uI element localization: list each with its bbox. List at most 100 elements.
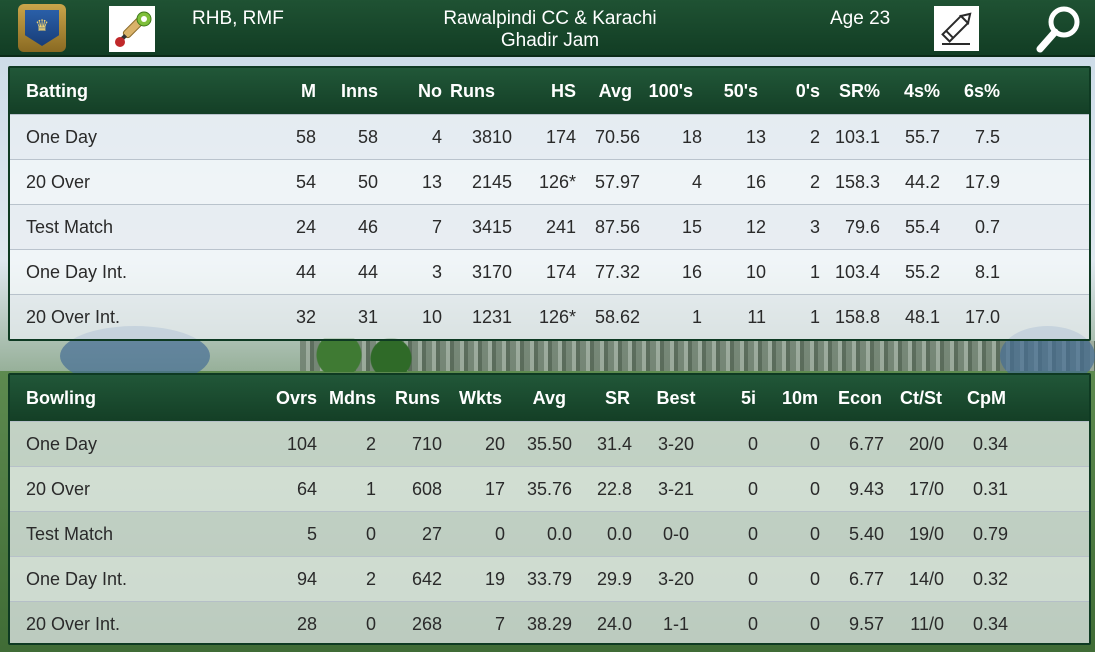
batting-cell: 44.2: [904, 172, 940, 192]
batting-cell: 4: [431, 127, 442, 147]
player-teams: Rawalpindi CC & Karachi Ghadir Jam: [380, 8, 720, 52]
batting-cell: 57.97: [594, 172, 640, 192]
bowling-cell: 64: [296, 479, 317, 499]
batting-cell: 12: [745, 217, 766, 237]
batting-cell: 58: [295, 127, 316, 147]
batting-cell: 3170: [471, 262, 512, 282]
bowling-row[interactable]: Test Match 5 0 27 0 0.0 0.0 0-0 0 0 5.40 19/0 0.79: [10, 511, 1089, 556]
batting-col-header: SR%: [838, 81, 880, 101]
crest-icon[interactable]: ♛: [18, 4, 66, 52]
batting-cell: 70.56: [594, 127, 640, 147]
batting-col-header: HS: [550, 81, 576, 101]
batting-cell: 46: [357, 217, 378, 237]
bowling-col-header: Ovrs: [275, 388, 317, 408]
batting-cell: 158.3: [834, 172, 880, 192]
bowling-cell: 0: [809, 614, 820, 634]
bowling-cell: 3-21: [657, 479, 695, 499]
bowling-col-header: 5i: [740, 388, 756, 408]
batting-row[interactable]: One Day 58 58 4 3810 174 70.56 18 13 2 103.1 55.7 7.…: [10, 114, 1089, 159]
bowling-cell: 0: [809, 569, 820, 589]
bowling-cell: 0.0: [546, 524, 572, 544]
batting-cell: 55.2: [904, 262, 940, 282]
bowling-cell: 0-0: [662, 524, 689, 544]
bowling-cell: 11/0: [910, 614, 944, 634]
batting-row[interactable]: 20 Over Int. 32 31 10 1231 126* 58.62 1 11 1 158.8…: [10, 294, 1089, 339]
bowling-cell: 0: [809, 479, 820, 499]
batting-header-row: Batting M Inns No Runs HS Avg 100's 50's…: [10, 68, 1089, 114]
bowling-row[interactable]: 20 Over 64 1 608 17 35.76 22.8 3-21 0 0 9.43 17/0 0.…: [10, 466, 1089, 511]
batting-cell: 77.32: [594, 262, 640, 282]
batting-cell: 10: [745, 262, 766, 282]
bowling-cell: 28: [296, 614, 317, 634]
batting-cell: 32: [295, 307, 316, 327]
bowling-cell: 35.76: [526, 479, 572, 499]
bowling-col-header: 10m: [781, 388, 818, 408]
search-icon[interactable]: [1034, 4, 1084, 54]
batting-cell: 55.7: [904, 127, 940, 147]
batting-col-header: Avg: [598, 81, 632, 101]
bowling-cell: 104: [286, 434, 317, 454]
batting-cell: 55.4: [904, 217, 940, 237]
bowling-header-row: Bowling Ovrs Mdns Runs Wkts Avg SR Best …: [10, 375, 1089, 421]
bowling-cell: 31.4: [596, 434, 632, 454]
batting-row[interactable]: Test Match 24 46 7 3415 241 87.56 15 12 3 79.6 55.4…: [10, 204, 1089, 249]
bowling-col-header: Mdns: [329, 388, 376, 408]
batting-cell: 1: [809, 307, 820, 327]
batting-col-header: 50's: [723, 81, 758, 101]
batting-cell: 79.6: [844, 217, 880, 237]
batting-cell: 8.1: [974, 262, 1000, 282]
cricket-bat-ball-icon[interactable]: [109, 6, 155, 52]
bowling-cell: 6.77: [848, 569, 884, 589]
batting-cell: 44: [357, 262, 378, 282]
batting-cell: 103.4: [834, 262, 880, 282]
batting-row[interactable]: One Day Int. 44 44 3 3170 174 77.32 16 10 1 103.4 5…: [10, 249, 1089, 294]
bowling-row[interactable]: 20 Over Int. 28 0 268 7 38.29 24.0 1-1 0 0 9.57 11/…: [10, 601, 1089, 643]
bowling-cell: 5.40: [848, 524, 884, 544]
batting-cell: 3810: [471, 127, 512, 147]
bowling-cell: 27: [421, 524, 442, 544]
bowling-cell: 6.77: [848, 434, 884, 454]
batting-cell: 1231: [471, 307, 512, 327]
pencil-edit-icon[interactable]: [934, 6, 979, 51]
bowling-cell: 0: [494, 524, 505, 544]
bowling-cell: 1-1: [662, 614, 689, 634]
bowling-col-header: CpM: [967, 388, 1006, 408]
batting-cell: 24: [295, 217, 316, 237]
batting-row-label: 20 Over: [26, 172, 91, 192]
bowling-cell: 608: [411, 479, 442, 499]
batting-cell: 1: [809, 262, 820, 282]
batting-cell: 11: [747, 307, 766, 327]
batting-cell: 10: [421, 307, 442, 327]
batting-cell: 241: [545, 217, 576, 237]
bowling-cell: 0.34: [972, 614, 1008, 634]
batting-cell: 16: [681, 262, 702, 282]
batting-cell: 7.5: [974, 127, 1000, 147]
batting-row[interactable]: 20 Over 54 50 13 2145 126* 57.97 4 16 2 158.3 44.2 1…: [10, 159, 1089, 204]
bowling-cell: 0: [365, 614, 376, 634]
bowling-row[interactable]: One Day 104 2 710 20 35.50 31.4 3-20 0 0 6.77 20/0 0…: [10, 421, 1089, 466]
batting-cell: 0.7: [974, 217, 1000, 237]
batting-cell: 1: [691, 307, 702, 327]
bowling-cell: 0.32: [972, 569, 1008, 589]
batting-row-label: 20 Over Int.: [26, 307, 121, 327]
bowling-cell: 0: [365, 524, 376, 544]
batting-cell: 54: [295, 172, 316, 192]
bowling-cell: 7: [494, 614, 505, 634]
batting-col-header: No: [418, 81, 442, 101]
bowling-cell: 19/0: [908, 524, 944, 544]
bowling-row[interactable]: One Day Int. 94 2 642 19 33.79 29.9 3-20 0 0 6.77 1…: [10, 556, 1089, 601]
bowling-cell: 5: [306, 524, 317, 544]
batting-cell: 48.1: [904, 307, 940, 327]
bowling-cell: 268: [411, 614, 442, 634]
batting-cell: 13: [421, 172, 442, 192]
batting-cell: 58.62: [594, 307, 640, 327]
bowling-cell: 38.29: [526, 614, 572, 634]
batting-row-label: Test Match: [26, 217, 114, 237]
batting-cell: 158.8: [834, 307, 880, 327]
bowling-cell: 9.43: [848, 479, 884, 499]
bowling-row-label: 20 Over Int.: [26, 614, 121, 634]
batting-cell: 2: [809, 127, 820, 147]
batting-cell: 58: [357, 127, 378, 147]
batting-row-label: One Day: [26, 127, 98, 147]
bowling-cell: 17: [484, 479, 505, 499]
